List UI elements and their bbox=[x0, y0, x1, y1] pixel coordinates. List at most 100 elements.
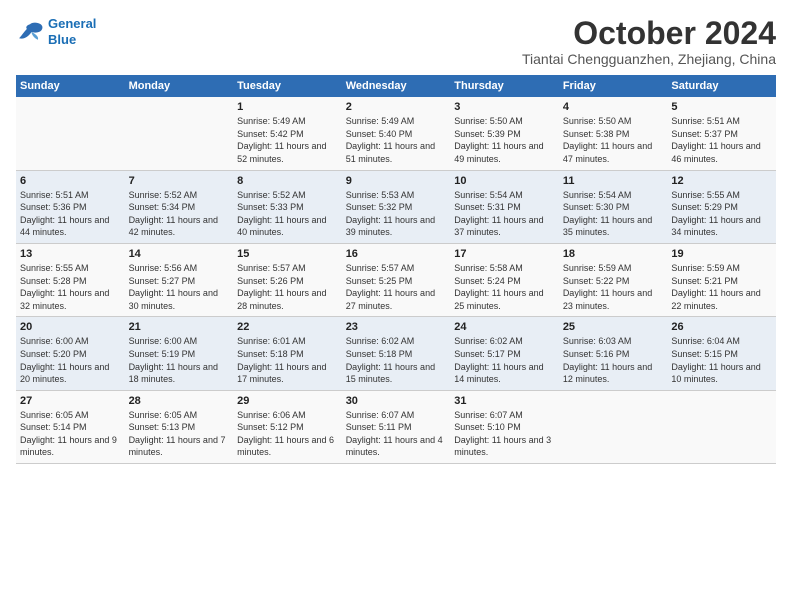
day-number: 29 bbox=[237, 395, 338, 407]
day-header-friday: Friday bbox=[559, 75, 668, 97]
calendar-cell: 13Sunrise: 5:55 AM Sunset: 5:28 PM Dayli… bbox=[16, 243, 125, 316]
month-title: October 2024 bbox=[522, 16, 776, 51]
day-info: Sunrise: 5:58 AM Sunset: 5:24 PM Dayligh… bbox=[454, 262, 555, 312]
day-info: Sunrise: 6:00 AM Sunset: 5:20 PM Dayligh… bbox=[20, 335, 121, 385]
day-number: 10 bbox=[454, 175, 555, 187]
day-info: Sunrise: 6:02 AM Sunset: 5:18 PM Dayligh… bbox=[346, 335, 447, 385]
day-number: 24 bbox=[454, 321, 555, 333]
day-number: 21 bbox=[129, 321, 230, 333]
calendar-cell: 23 Sunrise: 6:02 AM Sunset: 5:18 PM Dayli… bbox=[342, 317, 451, 390]
day-number: 25 bbox=[563, 321, 664, 333]
page-header: General Blue October 2024 Tiantai Chengg… bbox=[16, 16, 776, 67]
day-number: 20 bbox=[20, 321, 121, 333]
calendar-cell: 8Sunrise: 5:52 AM Sunset: 5:33 PM Daylig… bbox=[233, 170, 342, 243]
day-header-wednesday: Wednesday bbox=[342, 75, 451, 97]
day-info: Sunrise: 5:54 AM Sunset: 5:31 PM Dayligh… bbox=[454, 189, 555, 239]
calendar-table: SundayMondayTuesdayWednesdayThursdayFrid… bbox=[16, 75, 776, 464]
logo-bird-icon bbox=[16, 21, 44, 43]
day-number: 12 bbox=[671, 175, 772, 187]
day-info: Sunrise: 5:52 AM Sunset: 5:34 PM Dayligh… bbox=[129, 189, 230, 239]
day-number: 15 bbox=[237, 248, 338, 260]
day-number: 16 bbox=[346, 248, 447, 260]
logo-line2: Blue bbox=[48, 32, 76, 47]
calendar-cell: 3 Sunrise: 5:50 AM Sunset: 5:39 PM Daylig… bbox=[450, 97, 559, 170]
day-info: Sunrise: 5:54 AM Sunset: 5:30 PM Dayligh… bbox=[563, 189, 664, 239]
calendar-cell: 20 Sunrise: 6:00 AM Sunset: 5:20 PM Dayli… bbox=[16, 317, 125, 390]
week-row-0: 1Sunrise: 5:49 AM Sunset: 5:42 PM Daylig… bbox=[16, 97, 776, 170]
day-info: Sunrise: 6:04 AM Sunset: 5:15 PM Dayligh… bbox=[671, 335, 772, 385]
day-number: 19 bbox=[671, 248, 772, 260]
calendar-cell: 26 Sunrise: 6:04 AM Sunset: 5:15 PM Dayli… bbox=[667, 317, 776, 390]
day-info: Sunrise: 5:59 AM Sunset: 5:22 PM Dayligh… bbox=[563, 262, 664, 312]
calendar-cell bbox=[125, 97, 234, 170]
day-number: 11 bbox=[563, 175, 664, 187]
calendar-cell: 21 Sunrise: 6:00 AM Sunset: 5:19 PM Dayli… bbox=[125, 317, 234, 390]
day-info: Sunrise: 5:50 AM Sunset: 5:38 PM Dayligh… bbox=[563, 115, 664, 165]
day-info: Sunrise: 5:50 AM Sunset: 5:39 PM Dayligh… bbox=[454, 115, 555, 165]
day-number: 31 bbox=[454, 395, 555, 407]
week-row-1: 6 Sunrise: 5:51 AM Sunset: 5:36 PM Daylig… bbox=[16, 170, 776, 243]
day-number: 2 bbox=[346, 101, 447, 113]
calendar-cell: 28Sunrise: 6:05 AM Sunset: 5:13 PM Dayli… bbox=[125, 390, 234, 463]
calendar-cell bbox=[16, 97, 125, 170]
day-info: Sunrise: 6:05 AM Sunset: 5:14 PM Dayligh… bbox=[20, 409, 121, 459]
day-header-sunday: Sunday bbox=[16, 75, 125, 97]
day-number: 14 bbox=[129, 248, 230, 260]
day-number: 23 bbox=[346, 321, 447, 333]
location-title: Tiantai Chengguanzhen, Zhejiang, China bbox=[522, 51, 776, 67]
week-row-4: 27 Sunrise: 6:05 AM Sunset: 5:14 PM Dayli… bbox=[16, 390, 776, 463]
calendar-cell: 2 Sunrise: 5:49 AM Sunset: 5:40 PM Daylig… bbox=[342, 97, 451, 170]
day-info: Sunrise: 6:05 AM Sunset: 5:13 PM Dayligh… bbox=[129, 409, 230, 459]
logo-text: General Blue bbox=[48, 16, 96, 47]
day-number: 8 bbox=[237, 175, 338, 187]
calendar-cell: 19 Sunrise: 5:59 AM Sunset: 5:21 PM Dayli… bbox=[667, 243, 776, 316]
day-number: 27 bbox=[20, 395, 121, 407]
day-info: Sunrise: 6:00 AM Sunset: 5:19 PM Dayligh… bbox=[129, 335, 230, 385]
calendar-cell: 14 Sunrise: 5:56 AM Sunset: 5:27 PM Dayli… bbox=[125, 243, 234, 316]
calendar-cell: 22Sunrise: 6:01 AM Sunset: 5:18 PM Dayli… bbox=[233, 317, 342, 390]
calendar-cell: 4 Sunrise: 5:50 AM Sunset: 5:38 PM Daylig… bbox=[559, 97, 668, 170]
calendar-cell: 31 Sunrise: 6:07 AM Sunset: 5:10 PM Dayli… bbox=[450, 390, 559, 463]
calendar-cell: 11 Sunrise: 5:54 AM Sunset: 5:30 PM Dayli… bbox=[559, 170, 668, 243]
logo-line1: General bbox=[48, 16, 96, 31]
title-block: October 2024 Tiantai Chengguanzhen, Zhej… bbox=[522, 16, 776, 67]
day-number: 30 bbox=[346, 395, 447, 407]
day-info: Sunrise: 5:51 AM Sunset: 5:36 PM Dayligh… bbox=[20, 189, 121, 239]
calendar-cell: 29 Sunrise: 6:06 AM Sunset: 5:12 PM Dayli… bbox=[233, 390, 342, 463]
day-info: Sunrise: 5:55 AM Sunset: 5:28 PM Dayligh… bbox=[20, 262, 121, 312]
day-info: Sunrise: 5:49 AM Sunset: 5:40 PM Dayligh… bbox=[346, 115, 447, 165]
week-row-2: 13Sunrise: 5:55 AM Sunset: 5:28 PM Dayli… bbox=[16, 243, 776, 316]
calendar-cell: 1Sunrise: 5:49 AM Sunset: 5:42 PM Daylig… bbox=[233, 97, 342, 170]
calendar-cell: 6 Sunrise: 5:51 AM Sunset: 5:36 PM Daylig… bbox=[16, 170, 125, 243]
calendar-cell: 18 Sunrise: 5:59 AM Sunset: 5:22 PM Dayli… bbox=[559, 243, 668, 316]
calendar-cell bbox=[559, 390, 668, 463]
day-header-tuesday: Tuesday bbox=[233, 75, 342, 97]
day-info: Sunrise: 6:07 AM Sunset: 5:11 PM Dayligh… bbox=[346, 409, 447, 459]
day-header-monday: Monday bbox=[125, 75, 234, 97]
day-info: Sunrise: 5:59 AM Sunset: 5:21 PM Dayligh… bbox=[671, 262, 772, 312]
calendar-cell: 16 Sunrise: 5:57 AM Sunset: 5:25 PM Dayli… bbox=[342, 243, 451, 316]
day-info: Sunrise: 6:03 AM Sunset: 5:16 PM Dayligh… bbox=[563, 335, 664, 385]
day-number: 6 bbox=[20, 175, 121, 187]
day-info: Sunrise: 5:57 AM Sunset: 5:26 PM Dayligh… bbox=[237, 262, 338, 312]
day-number: 9 bbox=[346, 175, 447, 187]
day-info: Sunrise: 5:57 AM Sunset: 5:25 PM Dayligh… bbox=[346, 262, 447, 312]
calendar-cell: 15 Sunrise: 5:57 AM Sunset: 5:26 PM Dayli… bbox=[233, 243, 342, 316]
day-number: 26 bbox=[671, 321, 772, 333]
week-row-3: 20 Sunrise: 6:00 AM Sunset: 5:20 PM Dayli… bbox=[16, 317, 776, 390]
day-number: 3 bbox=[454, 101, 555, 113]
day-header-saturday: Saturday bbox=[667, 75, 776, 97]
calendar-cell: 27 Sunrise: 6:05 AM Sunset: 5:14 PM Dayli… bbox=[16, 390, 125, 463]
day-number: 4 bbox=[563, 101, 664, 113]
calendar-cell: 24Sunrise: 6:02 AM Sunset: 5:17 PM Dayli… bbox=[450, 317, 559, 390]
day-info: Sunrise: 6:06 AM Sunset: 5:12 PM Dayligh… bbox=[237, 409, 338, 459]
day-info: Sunrise: 5:56 AM Sunset: 5:27 PM Dayligh… bbox=[129, 262, 230, 312]
day-number: 22 bbox=[237, 321, 338, 333]
day-info: Sunrise: 5:53 AM Sunset: 5:32 PM Dayligh… bbox=[346, 189, 447, 239]
calendar-cell: 9 Sunrise: 5:53 AM Sunset: 5:32 PM Daylig… bbox=[342, 170, 451, 243]
day-number: 7 bbox=[129, 175, 230, 187]
day-number: 18 bbox=[563, 248, 664, 260]
calendar-cell: 5Sunrise: 5:51 AM Sunset: 5:37 PM Daylig… bbox=[667, 97, 776, 170]
day-info: Sunrise: 6:07 AM Sunset: 5:10 PM Dayligh… bbox=[454, 409, 555, 459]
calendar-header-row: SundayMondayTuesdayWednesdayThursdayFrid… bbox=[16, 75, 776, 97]
